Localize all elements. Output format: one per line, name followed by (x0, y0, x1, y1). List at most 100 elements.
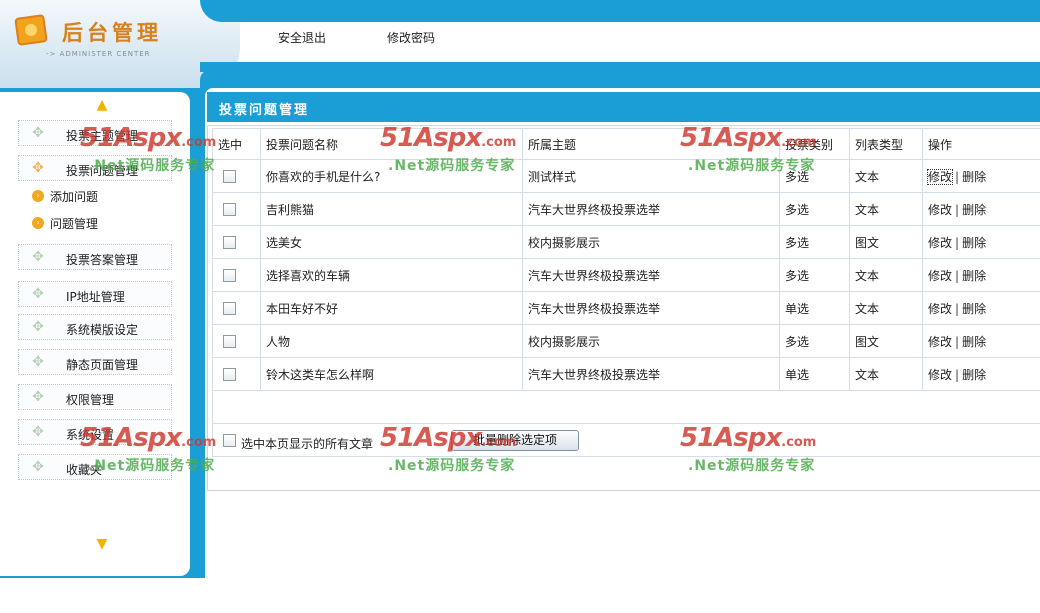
table-row: 选择喜欢的车辆 汽车大世界终极投票选举 多选 文本 修改 | 删除 (212, 258, 1040, 292)
sidebar-item-label: IP地址管理 (66, 290, 125, 304)
delete-link[interactable]: 删除 (962, 236, 986, 250)
panel-title-bar (207, 92, 1040, 122)
row-checkbox[interactable] (223, 170, 236, 183)
question-name-cell: 铃木这类车怎么样啊 (260, 357, 523, 391)
question-name-cell: 你喜欢的手机是什么? (260, 159, 523, 193)
actions-cell: 修改 | 删除 (922, 357, 1040, 391)
table-spacer-row (212, 391, 1040, 424)
menu-item-icon: ✥ (32, 389, 44, 405)
bullet-icon: › (32, 190, 44, 202)
sidebar-item-favorites[interactable]: ✥ 收藏夹 (18, 454, 172, 480)
theme-cell: 汽车大世界终极投票选举 (522, 357, 780, 391)
edit-link[interactable]: 修改 (928, 335, 952, 349)
select-all-checkbox[interactable] (223, 434, 236, 447)
table-row: 你喜欢的手机是什么? 测试样式 多选 文本 修改 | 删除 (212, 159, 1040, 193)
table-row: 本田车好不好 汽车大世界终极投票选举 单选 文本 修改 | 删除 (212, 291, 1040, 325)
theme-cell: 校内摄影展示 (522, 324, 780, 358)
sidebar-item-system-settings[interactable]: ✥ 系统设置 (18, 419, 172, 445)
delete-link[interactable]: 删除 (962, 335, 986, 349)
action-separator: | (955, 367, 960, 382)
menu-item-icon: ✥ (32, 249, 44, 265)
select-cell (212, 291, 261, 325)
sidebar-subitem-label: 问题管理 (50, 217, 99, 231)
sidebar-item-static-pages[interactable]: ✥ 静态页面管理 (18, 349, 172, 375)
select-cell (212, 324, 261, 358)
menu-item-icon: ✥ (32, 125, 44, 141)
scroll-up-arrow-icon[interactable]: ▲ (95, 98, 109, 112)
select-cell (212, 192, 261, 226)
select-cell (212, 357, 261, 391)
table-row: 铃木这类车怎么样啊 汽车大世界终极投票选举 单选 文本 修改 | 删除 (212, 357, 1040, 391)
list-type-cell: 文本 (849, 258, 923, 292)
menu-item-icon: ✥ (32, 354, 44, 370)
header-top-band (200, 0, 1040, 22)
sidebar-item-label: 静态页面管理 (66, 358, 139, 372)
table-header-row: 选中 投票问题名称 所属主题 投票类别 列表类型 操作 (212, 128, 1040, 160)
delete-link[interactable]: 删除 (962, 368, 986, 382)
logout-link[interactable]: 安全退出 (278, 29, 326, 46)
admin-page: 后台管理 -> ADMINISTER CENTER 安全退出 修改密码 ▲ ✥ … (0, 0, 1040, 613)
actions-cell: 修改 | 删除 (922, 225, 1040, 259)
row-checkbox[interactable] (223, 269, 236, 282)
question-name-cell: 选择喜欢的车辆 (260, 258, 523, 292)
column-header-category: 投票类别 (779, 128, 850, 160)
category-cell: 多选 (779, 192, 850, 226)
sidebar-item-label: 系统设置 (66, 428, 115, 442)
sidebar-item-permissions[interactable]: ✥ 权限管理 (18, 384, 172, 410)
question-table: 选中 投票问题名称 所属主题 投票类别 列表类型 操作 你喜欢的手机是什么? 测试… (212, 128, 1040, 391)
row-checkbox[interactable] (223, 368, 236, 381)
select-all-label: 选中本页显示的所有文章 (241, 437, 374, 451)
edit-link[interactable]: 修改 (928, 368, 952, 382)
sidebar-item-vote-answer[interactable]: ✥ 投票答案管理 (18, 244, 172, 270)
sidebar-item-vote-theme[interactable]: ✥ 投票主题管理 (18, 120, 172, 146)
actions-cell: 修改 | 删除 (922, 258, 1040, 292)
edit-link[interactable]: 修改 (926, 168, 954, 185)
row-checkbox[interactable] (223, 302, 236, 315)
sidebar-item-label: 投票主题管理 (66, 129, 139, 143)
action-separator: | (955, 268, 960, 283)
select-cell (212, 225, 261, 259)
edit-link[interactable]: 修改 (928, 236, 952, 250)
theme-cell: 汽车大世界终极投票选举 (522, 291, 780, 325)
edit-link[interactable]: 修改 (928, 269, 952, 283)
list-type-cell: 图文 (849, 225, 923, 259)
menu-item-active-icon: ✥ (32, 160, 44, 176)
category-cell: 单选 (779, 291, 850, 325)
edit-link[interactable]: 修改 (928, 302, 952, 316)
table-row: 吉利熊猫 汽车大世界终极投票选举 多选 文本 修改 | 删除 (212, 192, 1040, 226)
menu-item-icon: ✥ (32, 424, 44, 440)
action-separator: | (955, 202, 960, 217)
action-separator: | (955, 235, 960, 250)
sidebar-item-label: 收藏夹 (66, 463, 103, 477)
menu-item-icon: ✥ (32, 459, 44, 475)
delete-link[interactable]: 删除 (962, 170, 986, 184)
sidebar-subitem-label: 添加问题 (50, 190, 99, 204)
row-checkbox[interactable] (223, 335, 236, 348)
list-type-cell: 文本 (849, 159, 923, 193)
row-checkbox[interactable] (223, 236, 236, 249)
sidebar-item-vote-question[interactable]: ✥ 投票问题管理 (18, 155, 172, 181)
delete-link[interactable]: 删除 (962, 302, 986, 316)
menu-item-icon: ✥ (32, 286, 44, 302)
delete-link[interactable]: 删除 (962, 269, 986, 283)
panel-title: 投票问题管理 (219, 103, 310, 118)
list-type-cell: 文本 (849, 291, 923, 325)
theme-cell: 汽车大世界终极投票选举 (522, 192, 780, 226)
action-separator: | (955, 169, 960, 184)
action-separator: | (955, 334, 960, 349)
table-row: 人物 校内摄影展示 多选 图文 修改 | 删除 (212, 324, 1040, 358)
delete-link[interactable]: 删除 (962, 203, 986, 217)
row-checkbox[interactable] (223, 203, 236, 216)
list-type-cell: 文本 (849, 357, 923, 391)
batch-delete-button[interactable]: 批量删除选定项 (451, 430, 579, 451)
theme-cell: 汽车大世界终极投票选举 (522, 258, 780, 292)
question-name-cell: 选美女 (260, 225, 523, 259)
change-password-link[interactable]: 修改密码 (387, 29, 435, 46)
table-row: 选美女 校内摄影展示 多选 图文 修改 | 删除 (212, 225, 1040, 259)
question-name-cell: 本田车好不好 (260, 291, 523, 325)
sidebar-item-template[interactable]: ✥ 系统模版设定 (18, 314, 172, 340)
column-header-actions: 操作 (922, 128, 1040, 160)
edit-link[interactable]: 修改 (928, 203, 952, 217)
scroll-down-arrow-icon[interactable]: ▼ (95, 537, 109, 551)
sidebar-item-ip-address[interactable]: ✥ IP地址管理 (18, 281, 172, 307)
